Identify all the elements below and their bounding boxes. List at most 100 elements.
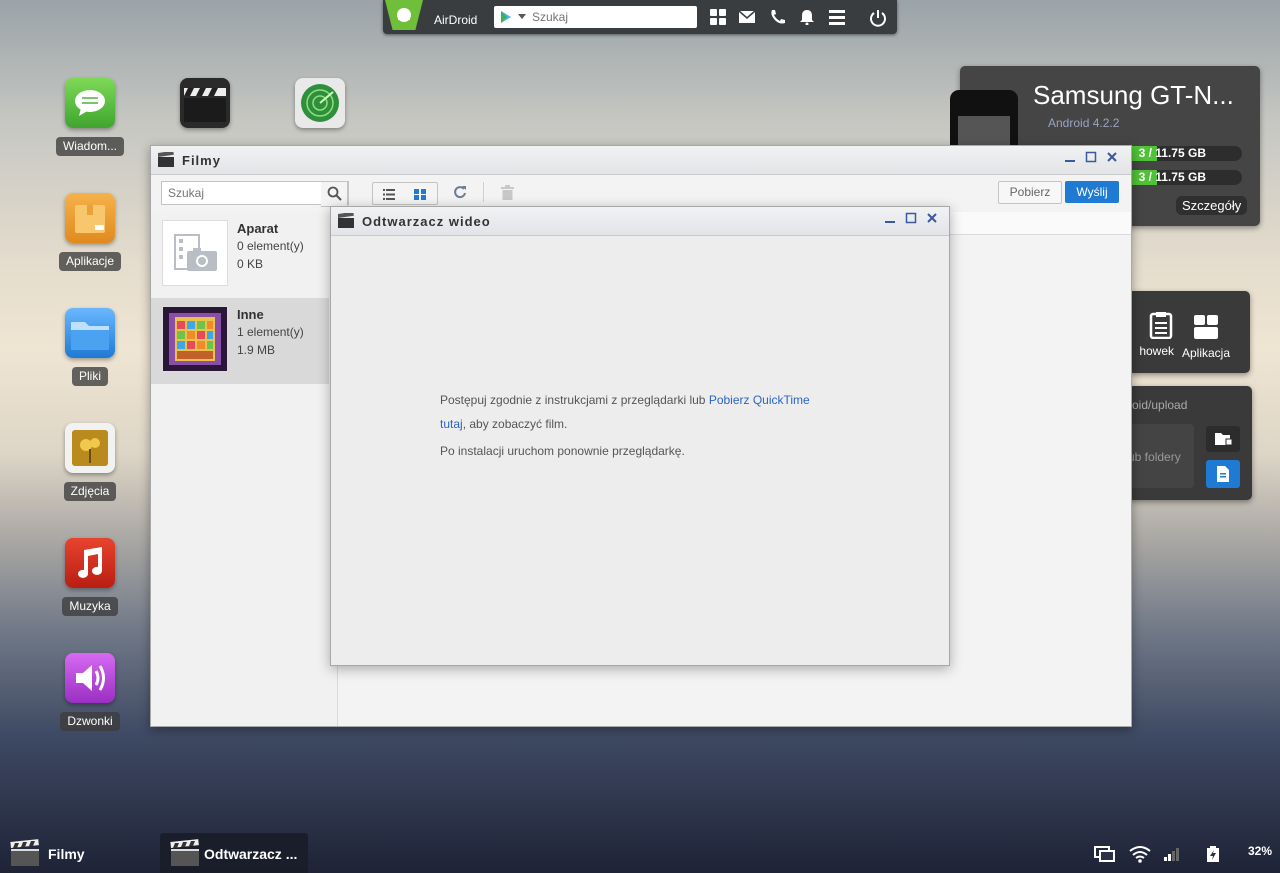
phone-icon[interactable] [769, 9, 787, 25]
album-count: 0 element(y) [237, 239, 304, 253]
music-icon [65, 538, 115, 588]
desktop-icon-label: Muzyka [62, 597, 118, 616]
messages-icon [65, 78, 115, 128]
search-icon [327, 186, 342, 201]
player-titlebar[interactable]: Odtwarzacz wideo [331, 207, 949, 236]
app-tool[interactable]: Aplikacja [1178, 313, 1234, 360]
instruction-text: Postępuj zgodnie z instrukcjami z przegl… [440, 393, 709, 407]
task-video-player[interactable]: Odtwarzacz ... [160, 833, 308, 873]
videos-titlebar[interactable]: Filmy [151, 146, 1131, 175]
videos-search-input[interactable] [166, 184, 320, 202]
signal-icon [1164, 847, 1180, 864]
battery-charging-icon [1207, 846, 1219, 865]
desktop-connection-icon[interactable] [1094, 846, 1116, 867]
upload-path: roid/upload [1128, 398, 1188, 412]
desktop-icon-label: Dzwonki [60, 712, 120, 731]
menu-icon[interactable] [828, 9, 846, 25]
desktop-icon-files[interactable]: Pliki [50, 308, 130, 386]
here-link[interactable]: tutaj [440, 417, 463, 431]
album-name: Aparat [237, 221, 279, 236]
minimize-icon[interactable] [1062, 151, 1078, 167]
clipboard-tool[interactable]: howek [1128, 311, 1174, 358]
photos-icon [65, 423, 115, 473]
power-icon[interactable] [869, 9, 887, 27]
desktop-icon-videos-hidden[interactable] [165, 78, 245, 128]
task-videos[interactable]: Filmy [0, 833, 150, 873]
system-tray: 32% [1090, 833, 1280, 873]
grid-view-icon[interactable] [414, 188, 426, 203]
device-name: Samsung GT-N... [1033, 80, 1234, 110]
album-item-other[interactable]: Inne 1 element(y) 1.9 MB [151, 298, 329, 384]
download-button[interactable]: Pobierz [998, 181, 1062, 204]
desktop-icon-label: Zdjęcia [63, 482, 117, 501]
brand-name: AirDroid [434, 13, 478, 27]
other-album-thumbnail [162, 306, 228, 372]
upload-folder-button[interactable] [1206, 426, 1240, 452]
app-box-icon [1194, 315, 1218, 339]
details-button[interactable]: Szczegóły [1176, 196, 1248, 215]
camera-album-thumbnail [162, 220, 228, 286]
desktop-icon-ringtones[interactable]: Dzwonki [50, 653, 130, 731]
send-button[interactable]: Wyślij [1065, 181, 1119, 203]
desktop-icon-photos[interactable]: Zdjęcia [50, 423, 130, 501]
video-thumbnail-image [163, 307, 227, 371]
toolbar-divider [483, 182, 484, 202]
desktop-icon-messages[interactable]: Wiadom... [50, 78, 130, 156]
album-size: 1.9 MB [237, 343, 276, 357]
wifi-icon [1128, 845, 1152, 866]
airdroid-logo-icon[interactable] [385, 0, 423, 30]
play-store-icon[interactable] [500, 11, 512, 26]
album-item-camera[interactable]: Aparat 0 element(y) 0 KB [151, 212, 329, 298]
close-icon[interactable] [1104, 151, 1120, 167]
search-button[interactable] [321, 181, 348, 207]
window-title: Odtwarzacz wideo [362, 214, 491, 229]
upload-drop-zone[interactable]: ub foldery [1128, 424, 1194, 488]
album-list: Aparat 0 element(y) 0 KB Inne 1 element(… [151, 212, 338, 726]
refresh-icon[interactable] [453, 185, 467, 202]
album-size: 0 KB [237, 257, 264, 271]
reinstall-note: Po instalacji uruchom ponownie przegląda… [440, 444, 685, 458]
clapperboard-icon [180, 78, 230, 128]
tool-label: Aplikacja [1181, 346, 1231, 360]
maximize-icon[interactable] [1083, 151, 1099, 167]
video-camera-icon [174, 234, 217, 271]
clapperboard-icon [338, 213, 354, 228]
desktop-icon-label: Pliki [71, 367, 108, 386]
desktop-icon-radar-hidden[interactable] [280, 78, 360, 128]
drop-text: ub foldery [1128, 450, 1181, 464]
trash-icon[interactable] [501, 185, 514, 203]
list-view-icon[interactable] [383, 188, 395, 203]
close-icon[interactable] [924, 212, 940, 228]
clapperboard-icon [158, 152, 174, 167]
message-icon[interactable] [738, 9, 756, 25]
grid-apps-icon[interactable] [709, 9, 727, 25]
clapperboard-icon [10, 839, 39, 866]
album-name: Inne [237, 307, 264, 322]
album-count: 1 element(y) [237, 325, 304, 339]
toolbox-panel: howek Aplikacja [1128, 291, 1250, 373]
clapperboard-icon [170, 839, 199, 866]
folder-upload-icon [1215, 433, 1232, 446]
minimize-icon[interactable] [882, 212, 898, 228]
video-player-window: Odtwarzacz wideo Postępuj zgodnie z inst… [330, 206, 950, 666]
desktop-icon-music[interactable]: Muzyka [50, 538, 130, 616]
app-search-box[interactable] [494, 6, 697, 28]
apps-icon [65, 193, 115, 243]
desktop-icon-apps[interactable]: Aplikacje [50, 193, 130, 271]
player-instructions: Postępuj zgodnie z instrukcjami z przegl… [440, 388, 860, 436]
desktop-icon-label: Aplikacje [58, 252, 122, 271]
tool-label: howek [1139, 344, 1174, 358]
chevron-down-icon[interactable] [518, 14, 526, 19]
clipboard-icon [1149, 312, 1173, 340]
bell-icon[interactable] [798, 9, 816, 26]
download-quicktime-link[interactable]: Pobierz QuickTime [709, 393, 810, 407]
file-upload-icon [1217, 466, 1229, 482]
maximize-icon[interactable] [903, 212, 919, 228]
folder-icon [65, 308, 115, 358]
window-title: Filmy [182, 153, 221, 168]
battery-level: 32% [1247, 844, 1272, 858]
view-toggle [372, 182, 438, 205]
app-search-input[interactable] [530, 8, 694, 26]
upload-file-button[interactable] [1206, 460, 1240, 488]
taskbar: Filmy Odtwarzacz ... 32% [0, 833, 1280, 873]
